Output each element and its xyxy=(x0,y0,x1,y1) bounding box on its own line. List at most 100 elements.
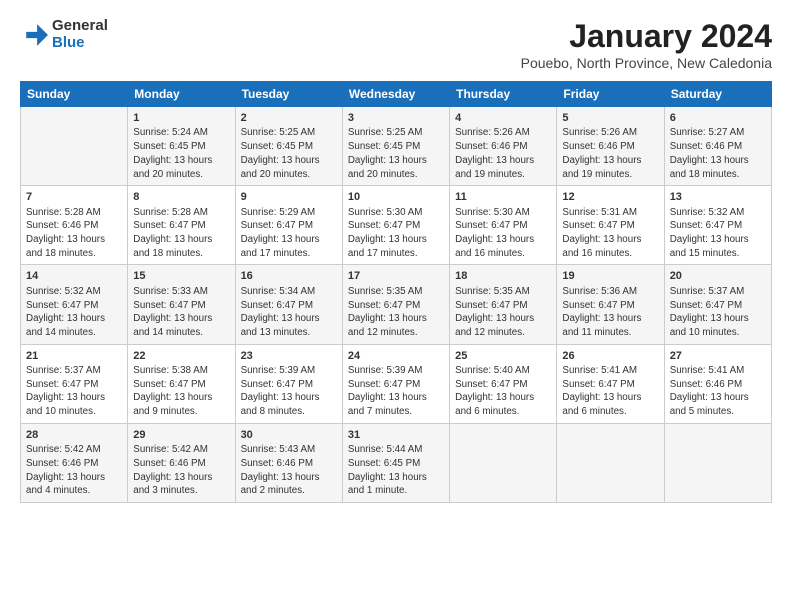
title-block: January 2024 Pouebo, North Province, New… xyxy=(521,18,772,71)
day-info-line: and 6 minutes. xyxy=(455,405,551,419)
day-number: 12 xyxy=(562,190,658,205)
day-info-line: Sunset: 6:46 PM xyxy=(562,140,658,154)
calendar-cell: 2Sunrise: 5:25 AMSunset: 6:45 PMDaylight… xyxy=(235,107,342,186)
day-info-line: Sunrise: 5:28 AM xyxy=(133,206,229,220)
calendar-cell: 28Sunrise: 5:42 AMSunset: 6:46 PMDayligh… xyxy=(21,423,128,502)
day-number: 15 xyxy=(133,269,229,284)
day-info-line: Daylight: 13 hours xyxy=(241,312,337,326)
day-info-line: Daylight: 13 hours xyxy=(133,471,229,485)
calendar-week-3: 14Sunrise: 5:32 AMSunset: 6:47 PMDayligh… xyxy=(21,265,772,344)
day-info-line: Sunrise: 5:40 AM xyxy=(455,364,551,378)
day-info-line: and 11 minutes. xyxy=(562,326,658,340)
day-info-line: Daylight: 13 hours xyxy=(241,391,337,405)
calendar-table: Sunday Monday Tuesday Wednesday Thursday… xyxy=(20,81,772,503)
logo-text: General Blue xyxy=(52,18,108,51)
day-info-line: Sunset: 6:45 PM xyxy=(348,140,444,154)
day-number: 11 xyxy=(455,190,551,205)
day-info-line: and 16 minutes. xyxy=(455,247,551,261)
col-wednesday: Wednesday xyxy=(342,82,449,107)
day-number: 1 xyxy=(133,111,229,126)
col-friday: Friday xyxy=(557,82,664,107)
day-info-line: Sunrise: 5:30 AM xyxy=(348,206,444,220)
day-info-line: Sunset: 6:46 PM xyxy=(133,457,229,471)
day-number: 16 xyxy=(241,269,337,284)
calendar-cell: 3Sunrise: 5:25 AMSunset: 6:45 PMDaylight… xyxy=(342,107,449,186)
day-number: 6 xyxy=(670,111,766,126)
calendar-cell: 11Sunrise: 5:30 AMSunset: 6:47 PMDayligh… xyxy=(450,186,557,265)
calendar-cell: 15Sunrise: 5:33 AMSunset: 6:47 PMDayligh… xyxy=(128,265,235,344)
day-info-line: and 19 minutes. xyxy=(455,168,551,182)
day-number: 25 xyxy=(455,349,551,364)
header-row: Sunday Monday Tuesday Wednesday Thursday… xyxy=(21,82,772,107)
day-info-line: Daylight: 13 hours xyxy=(133,391,229,405)
day-info-line: and 19 minutes. xyxy=(562,168,658,182)
calendar-cell: 1Sunrise: 5:24 AMSunset: 6:45 PMDaylight… xyxy=(128,107,235,186)
day-info-line: and 18 minutes. xyxy=(133,247,229,261)
day-info-line: Daylight: 13 hours xyxy=(348,233,444,247)
day-info-line: and 4 minutes. xyxy=(26,484,122,498)
day-info-line: Sunrise: 5:39 AM xyxy=(241,364,337,378)
day-info-line: Sunset: 6:46 PM xyxy=(455,140,551,154)
calendar-week-2: 7Sunrise: 5:28 AMSunset: 6:46 PMDaylight… xyxy=(21,186,772,265)
col-tuesday: Tuesday xyxy=(235,82,342,107)
day-info-line: Sunrise: 5:24 AM xyxy=(133,126,229,140)
day-number: 7 xyxy=(26,190,122,205)
day-info-line: Daylight: 13 hours xyxy=(241,154,337,168)
calendar-cell: 26Sunrise: 5:41 AMSunset: 6:47 PMDayligh… xyxy=(557,344,664,423)
day-info-line: Sunrise: 5:42 AM xyxy=(26,443,122,457)
calendar-cell: 5Sunrise: 5:26 AMSunset: 6:46 PMDaylight… xyxy=(557,107,664,186)
day-info-line: Sunset: 6:47 PM xyxy=(455,299,551,313)
day-info-line: Sunrise: 5:25 AM xyxy=(348,126,444,140)
day-info-line: Daylight: 13 hours xyxy=(348,154,444,168)
day-info-line: Sunset: 6:45 PM xyxy=(348,457,444,471)
calendar-week-1: 1Sunrise: 5:24 AMSunset: 6:45 PMDaylight… xyxy=(21,107,772,186)
day-info-line: and 20 minutes. xyxy=(241,168,337,182)
day-info-line: and 5 minutes. xyxy=(670,405,766,419)
day-info-line: Sunrise: 5:38 AM xyxy=(133,364,229,378)
calendar-cell: 13Sunrise: 5:32 AMSunset: 6:47 PMDayligh… xyxy=(664,186,771,265)
day-info-line: Sunrise: 5:37 AM xyxy=(26,364,122,378)
day-info-line: and 10 minutes. xyxy=(26,405,122,419)
day-info-line: Sunrise: 5:30 AM xyxy=(455,206,551,220)
col-sunday: Sunday xyxy=(21,82,128,107)
day-info-line: Daylight: 13 hours xyxy=(241,471,337,485)
calendar-cell: 14Sunrise: 5:32 AMSunset: 6:47 PMDayligh… xyxy=(21,265,128,344)
calendar-cell: 16Sunrise: 5:34 AMSunset: 6:47 PMDayligh… xyxy=(235,265,342,344)
day-info-line: and 9 minutes. xyxy=(133,405,229,419)
day-info-line: Sunrise: 5:39 AM xyxy=(348,364,444,378)
day-info-line: Sunrise: 5:35 AM xyxy=(455,285,551,299)
day-info-line: Daylight: 13 hours xyxy=(455,312,551,326)
day-info-line: Sunrise: 5:26 AM xyxy=(562,126,658,140)
day-number: 14 xyxy=(26,269,122,284)
page: General Blue January 2024 Pouebo, North … xyxy=(0,0,792,513)
calendar-cell: 25Sunrise: 5:40 AMSunset: 6:47 PMDayligh… xyxy=(450,344,557,423)
day-info-line: Sunset: 6:47 PM xyxy=(348,378,444,392)
day-info-line: Sunset: 6:47 PM xyxy=(670,219,766,233)
col-monday: Monday xyxy=(128,82,235,107)
day-number: 23 xyxy=(241,349,337,364)
day-info-line: Daylight: 13 hours xyxy=(348,312,444,326)
day-info-line: and 6 minutes. xyxy=(562,405,658,419)
day-number: 17 xyxy=(348,269,444,284)
calendar-cell: 12Sunrise: 5:31 AMSunset: 6:47 PMDayligh… xyxy=(557,186,664,265)
calendar-cell: 17Sunrise: 5:35 AMSunset: 6:47 PMDayligh… xyxy=(342,265,449,344)
day-info-line: Sunrise: 5:37 AM xyxy=(670,285,766,299)
day-info-line: Sunset: 6:47 PM xyxy=(241,378,337,392)
calendar-week-5: 28Sunrise: 5:42 AMSunset: 6:46 PMDayligh… xyxy=(21,423,772,502)
day-info-line: Sunset: 6:47 PM xyxy=(348,219,444,233)
calendar-cell: 23Sunrise: 5:39 AMSunset: 6:47 PMDayligh… xyxy=(235,344,342,423)
day-number: 24 xyxy=(348,349,444,364)
calendar-header: Sunday Monday Tuesday Wednesday Thursday… xyxy=(21,82,772,107)
day-info-line: Sunset: 6:46 PM xyxy=(241,457,337,471)
day-number: 8 xyxy=(133,190,229,205)
day-info-line: and 14 minutes. xyxy=(26,326,122,340)
day-number: 26 xyxy=(562,349,658,364)
day-info-line: Sunset: 6:46 PM xyxy=(26,457,122,471)
calendar-cell: 6Sunrise: 5:27 AMSunset: 6:46 PMDaylight… xyxy=(664,107,771,186)
calendar-cell: 24Sunrise: 5:39 AMSunset: 6:47 PMDayligh… xyxy=(342,344,449,423)
day-number: 3 xyxy=(348,111,444,126)
day-number: 19 xyxy=(562,269,658,284)
day-info-line: Daylight: 13 hours xyxy=(133,154,229,168)
day-info-line: Sunrise: 5:41 AM xyxy=(670,364,766,378)
day-info-line: Sunset: 6:47 PM xyxy=(562,299,658,313)
